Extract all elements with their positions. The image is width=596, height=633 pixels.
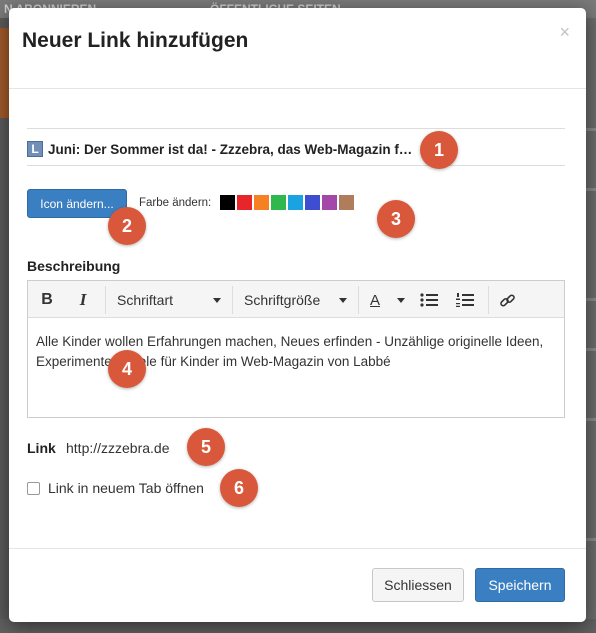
- save-button[interactable]: Speichern: [475, 568, 565, 602]
- bullet-list-icon: [420, 293, 438, 307]
- annotation-marker: 2: [108, 207, 146, 245]
- bullet-list-button[interactable]: [418, 288, 440, 312]
- text-color-select[interactable]: A: [370, 288, 405, 312]
- toolbar-separator: [488, 286, 489, 314]
- annotation-marker: 4: [108, 350, 146, 388]
- link-title-row: L Juni: Der Sommer ist da! - Zzzebra, da…: [27, 139, 433, 159]
- text-color-icon: A: [370, 291, 381, 309]
- numbered-list-icon: [456, 293, 474, 307]
- link-icon: [499, 293, 515, 307]
- font-family-select-label: Schriftart: [117, 292, 174, 308]
- color-swatch[interactable]: [237, 195, 252, 210]
- color-swatch[interactable]: [305, 195, 320, 210]
- open-in-new-tab-row: Link in neuem Tab öffnen: [27, 480, 204, 496]
- description-editor: B I Schriftart Schriftgröße A Alle Kinde…: [27, 280, 565, 418]
- annotation-marker: 3: [377, 200, 415, 238]
- link-label: Link: [27, 440, 56, 456]
- font-size-select[interactable]: Schriftgröße: [244, 288, 347, 312]
- annotation-marker: 6: [220, 469, 258, 507]
- color-swatch[interactable]: [322, 195, 337, 210]
- chevron-down-icon: [213, 297, 221, 303]
- color-swatch[interactable]: [288, 195, 303, 210]
- numbered-list-button[interactable]: [454, 288, 476, 312]
- divider: [27, 165, 565, 166]
- open-in-new-tab-checkbox[interactable]: [27, 481, 40, 495]
- color-swatch[interactable]: [339, 195, 354, 210]
- annotation-marker: 5: [187, 428, 225, 466]
- modal-header: Neuer Link hinzufügen ×: [9, 8, 586, 89]
- color-swatch[interactable]: [271, 195, 286, 210]
- divider: [27, 128, 565, 129]
- color-swatch[interactable]: [220, 195, 235, 210]
- toolbar-separator: [358, 286, 359, 314]
- close-icon[interactable]: ×: [559, 22, 570, 43]
- insert-link-button[interactable]: [496, 288, 518, 312]
- change-color-label: Farbe ändern:: [139, 197, 212, 209]
- color-swatches: [220, 195, 354, 210]
- close-button[interactable]: Schliessen: [372, 568, 464, 602]
- add-link-modal: Neuer Link hinzufügen × L Juni: Der Somm…: [9, 8, 586, 622]
- font-size-select-label: Schriftgröße: [244, 292, 321, 308]
- divider: [9, 548, 586, 549]
- link-type-icon: L: [27, 141, 43, 157]
- chevron-down-icon: [339, 297, 347, 303]
- italic-button[interactable]: I: [72, 288, 94, 312]
- toolbar-separator: [105, 286, 106, 314]
- annotation-marker: 1: [420, 131, 458, 169]
- chevron-down-icon: [397, 297, 405, 303]
- description-label: Beschreibung: [27, 258, 121, 274]
- open-in-new-tab-label[interactable]: Link in neuem Tab öffnen: [48, 480, 204, 496]
- modal-title: Neuer Link hinzufügen: [22, 29, 249, 52]
- toolbar-separator: [232, 286, 233, 314]
- editor-toolbar: B I Schriftart Schriftgröße A: [28, 281, 564, 318]
- font-family-select[interactable]: Schriftart: [117, 288, 221, 312]
- color-swatch[interactable]: [254, 195, 269, 210]
- link-url[interactable]: http://zzzebra.de: [66, 440, 170, 456]
- link-title-text[interactable]: Juni: Der Sommer ist da! - Zzzebra, das …: [48, 142, 433, 157]
- bold-button[interactable]: B: [36, 288, 58, 312]
